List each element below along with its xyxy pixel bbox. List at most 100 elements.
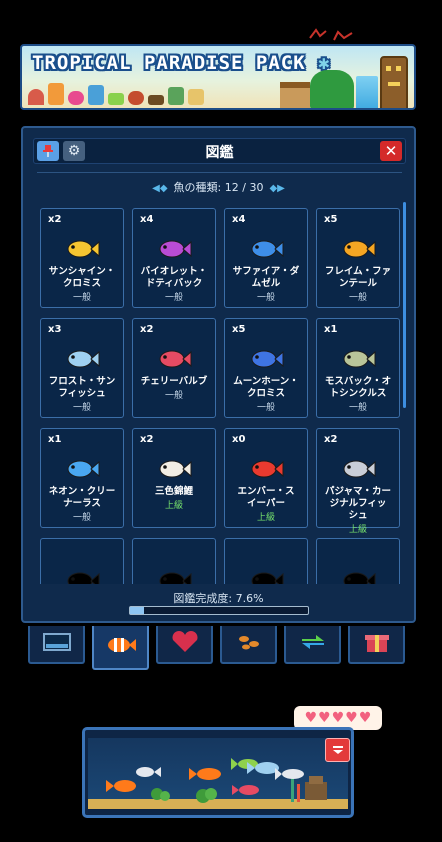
fish-name: パジャマ・カー ジナルフィッ シュ: [319, 486, 397, 522]
fish-name-line: ドティバック: [145, 278, 203, 289]
fish-card[interactable]: x1 モスバック・オ トシンクルス 一般: [316, 318, 400, 418]
fish-card[interactable]: x1 ネオン・クリー ナーラス一般: [40, 428, 124, 528]
seaweed-icon: [291, 778, 300, 802]
fish-sprite: [64, 347, 100, 375]
completion-progress-fill: [130, 607, 144, 614]
fish-silhouette-icon: [251, 572, 284, 584]
locked-fish-silhouette: [248, 569, 284, 584]
gift-tab-icon: [364, 630, 390, 658]
fish-sprite: [156, 457, 192, 485]
fish-name-line: クロミス: [246, 388, 285, 399]
locked-fish-card[interactable]: [40, 538, 124, 584]
fish-card[interactable]: x2 サンシャイン・ クロミス 一般: [40, 208, 124, 308]
locked-fish-card[interactable]: [132, 538, 216, 584]
fish-icon: ◀◆: [152, 183, 168, 194]
scrollbar[interactable]: [403, 202, 406, 408]
fish-name: ネオン・クリー ナーラス: [43, 486, 121, 510]
fish-icon: [159, 240, 192, 258]
fish-icon: [251, 350, 284, 368]
fish-count: x1: [324, 324, 338, 335]
locked-fish-silhouette: [340, 569, 376, 584]
fish-sprite: [248, 457, 284, 485]
fish-count: x1: [48, 434, 62, 445]
tab-fish-food[interactable]: [220, 626, 277, 664]
fish-name: ムーンホーン・ クロミス: [227, 376, 305, 400]
fish-name-line: チェリーバルブ: [140, 376, 208, 387]
fish-grid-viewport[interactable]: x2 サンシャイン・ クロミス 一般 x4 バイオレット・ ドティバック 一般 x4 サファイア・…: [35, 200, 405, 584]
aquarium-tank[interactable]: [82, 727, 354, 818]
fish-name-line: ムゼル: [251, 278, 281, 289]
exchange-tab-icon: [298, 631, 328, 657]
fish-card[interactable]: x3 フロスト・サン フィッシュ 一般: [40, 318, 124, 418]
fish-name-line: クロミス: [62, 278, 101, 289]
fish-icon: [67, 460, 100, 478]
fish-card[interactable]: x5 ムーンホーン・ クロミス一般: [224, 318, 308, 418]
heart-icon: ♥: [304, 710, 318, 726]
aquarium-tab-icon: [42, 632, 72, 656]
fish-sprite: [248, 347, 284, 375]
close-icon: ✕: [384, 142, 398, 160]
panel-title: 図鑑: [205, 145, 234, 161]
fish-name: モスバック・オ トシンクルス: [319, 376, 397, 400]
fish-icon: [67, 350, 100, 368]
fish-name: フレイム・ファ ンテール: [319, 266, 397, 290]
heart-tab-icon: [170, 630, 200, 658]
fish-rarity: 一般: [256, 403, 275, 413]
palm-icon: [310, 70, 354, 108]
tiki-icon: [380, 56, 408, 108]
fish-rarity: 上級: [256, 513, 275, 523]
fish-rarity: 一般: [72, 513, 91, 523]
clownfish-tab-icon: [105, 634, 137, 660]
fish-name-line: パジャマ・カー: [324, 486, 392, 497]
sparkle-icon: [309, 28, 353, 41]
fish-name-line: ムーンホーン・: [233, 376, 299, 387]
fish-card[interactable]: x2 パジャマ・カー ジナルフィッ シュ 上級: [316, 428, 400, 535]
fish-name-line: シュ: [348, 510, 368, 521]
tab-heart[interactable]: [156, 626, 213, 664]
tab-gift[interactable]: [348, 626, 405, 664]
fish-silhouette-icon: [67, 572, 100, 584]
fish-icon: [67, 240, 100, 258]
tab-exchange[interactable]: [284, 626, 341, 664]
fish-name-line: エンバー・ス: [237, 486, 295, 497]
fish-card[interactable]: x4 バイオレット・ ドティバック 一般: [132, 208, 216, 308]
fish-count: x5: [324, 214, 338, 225]
fish-name-line: ナーラス: [63, 498, 101, 509]
fish-name-line: トシンクルス: [329, 388, 387, 399]
fish-icon: ◆▶: [269, 183, 285, 194]
close-button[interactable]: ✕: [380, 141, 402, 161]
fish-icon: [251, 240, 284, 258]
tab-aquarium[interactable]: [28, 626, 85, 664]
fish-sprite: [64, 457, 100, 485]
fish-card[interactable]: x2 三色錦鯉 上級: [132, 428, 216, 528]
panel-header: ⚙ 図鑑 ✕: [33, 138, 406, 164]
fish-sprite: [64, 237, 100, 265]
fish-count: x4: [232, 214, 246, 225]
encyclopedia-panel: ⚙ 図鑑 ✕ ◀◆ 魚の種類: 12 / 30 ◆▶ x2 サンシャイン・ クロミス 一般…: [21, 126, 416, 623]
chevron-down-icon: [332, 746, 343, 754]
banner-title: TROPICAL PARADISE PACK ✱: [32, 52, 331, 74]
fish-rarity: 一般: [164, 391, 183, 401]
heart-icon: ♥: [331, 710, 345, 726]
locked-fish-card[interactable]: [316, 538, 400, 584]
tank-menu-button[interactable]: [325, 738, 350, 762]
fish-card[interactable]: x5 フレイム・ファ ンテール 一般: [316, 208, 400, 308]
completion-label: 図鑑完成度: 7.6%: [173, 592, 264, 605]
fish-icon: [251, 460, 284, 478]
fish-icon: [343, 240, 376, 258]
fish-name-line: フレイム・ファ: [324, 266, 392, 277]
fish-card[interactable]: x2 チェリーバルブ 一般: [132, 318, 216, 418]
fish-name-line: ネオン・クリー: [48, 486, 116, 497]
fish-rarity: 上級: [164, 501, 183, 511]
fish-name: フロスト・サン フィッシュ: [43, 376, 121, 400]
tab-clownfish[interactable]: [92, 626, 149, 670]
fish-card[interactable]: x4 サファイア・ダ ムゼル 一般: [224, 208, 308, 308]
pack-banner[interactable]: TROPICAL PARADISE PACK ✱: [20, 44, 416, 110]
fish-count: x5: [232, 324, 246, 335]
locked-fish-card[interactable]: [224, 538, 308, 584]
fish-card[interactable]: x0 エンバー・ス イーパー 上級: [224, 428, 308, 528]
fish-rarity: 一般: [72, 293, 91, 303]
fish-rarity: 一般: [164, 293, 183, 303]
fish-rarity: 上級: [348, 525, 367, 535]
locked-fish-silhouette: [156, 569, 192, 584]
